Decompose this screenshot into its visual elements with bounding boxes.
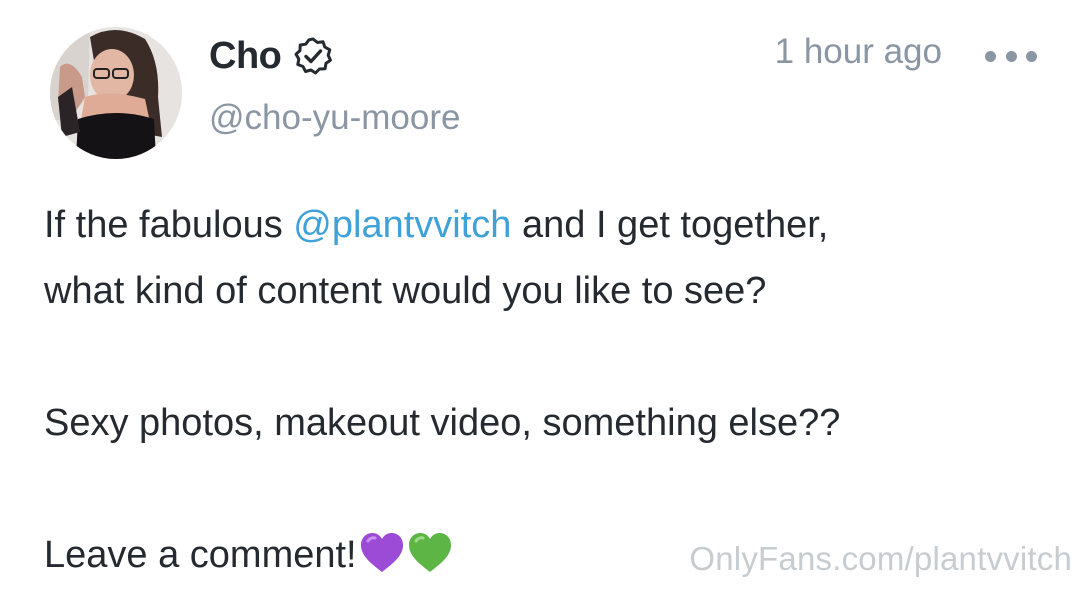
green-heart-icon: [407, 530, 453, 574]
verified-badge-icon: [293, 36, 333, 76]
watermark: OnlyFans.com/plantvvitch: [689, 540, 1072, 577]
post-text: and I get together,: [511, 204, 829, 246]
post-text: If the fabulous: [44, 204, 294, 246]
more-horizontal-icon: [985, 50, 996, 62]
post-body-line: what kind of content would you like to s…: [44, 270, 767, 312]
avatar[interactable]: [50, 27, 182, 159]
post-card: Cho @cho-yu-moore 1 hour ago If the fabu…: [0, 0, 1080, 589]
author-handle[interactable]: @cho-yu-moore: [209, 98, 460, 138]
paragraph-break: [44, 324, 1034, 390]
paragraph-break: [44, 456, 1034, 522]
post-timestamp: 1 hour ago: [774, 32, 942, 71]
display-name[interactable]: Cho: [209, 35, 282, 78]
mention-link[interactable]: @plantvvitch: [293, 204, 511, 246]
post-body: If the fabulous @plantvvitch and I get t…: [44, 192, 1034, 588]
post-body-line: If the fabulous @plantvvitch and I get t…: [44, 192, 1034, 258]
post-text: Leave a comment!: [44, 534, 357, 576]
author-row: Cho: [209, 28, 333, 84]
post-body-line: Sexy photos, makeout video, something el…: [44, 402, 841, 444]
more-horizontal-icon: [1026, 50, 1037, 62]
more-options-button[interactable]: [985, 40, 1037, 72]
purple-heart-icon: [359, 530, 405, 574]
avatar-photo: [50, 27, 182, 159]
more-horizontal-icon: [1005, 50, 1017, 62]
